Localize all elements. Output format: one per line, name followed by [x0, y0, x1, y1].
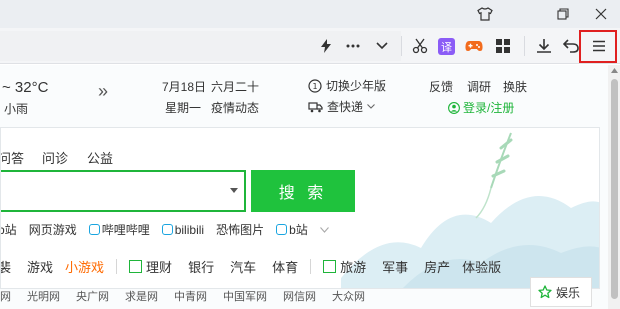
- scroll-thumb[interactable]: [611, 79, 618, 299]
- more-icon[interactable]: [343, 36, 363, 56]
- translate-icon[interactable]: 译: [438, 38, 455, 55]
- youth-mode-link[interactable]: 1 切换少年版: [308, 77, 386, 94]
- nav-divider: [116, 259, 118, 274]
- site-link[interactable]: 网信网: [283, 288, 316, 304]
- weather-desc: 小雨: [4, 102, 29, 116]
- download-icon[interactable]: [534, 36, 554, 56]
- weather-temp: ~ 32°C: [2, 79, 49, 96]
- hot-link[interactable]: b站: [276, 221, 308, 238]
- nav-item[interactable]: 旅游: [340, 257, 366, 276]
- skin-link[interactable]: 换肤: [503, 78, 527, 95]
- site-link[interactable]: 央广网: [76, 288, 109, 304]
- lightning-icon[interactable]: [316, 36, 336, 56]
- svg-text:1: 1: [312, 82, 317, 91]
- tab-qa[interactable]: 问答: [1, 148, 24, 167]
- browser-toolbar: 译: [0, 28, 620, 64]
- entertainment-label: 娱乐: [556, 285, 581, 300]
- site-link[interactable]: 中青网: [174, 288, 207, 304]
- hot-link[interactable]: bilibili: [161, 222, 205, 237]
- date-lunar: 六月二十: [211, 80, 260, 94]
- page-content: ~ 32°C 小雨 » 7月18日 六月二十 星期一 疫情动态 1 切换少年版 …: [0, 65, 608, 309]
- category-nav: 裴 游戏 小游戏 理财 银行 汽车 体育 旅游 军事 房产 体验版: [1, 257, 501, 276]
- search-input[interactable]: [1, 170, 246, 212]
- scissors-icon[interactable]: [410, 36, 430, 56]
- page-scrollbar[interactable]: [608, 65, 620, 309]
- address-bar[interactable]: [0, 31, 401, 61]
- site-link[interactable]: 中国军网: [223, 288, 267, 304]
- chevron-down-icon[interactable]: [372, 36, 392, 56]
- gamepad-icon[interactable]: [464, 36, 484, 56]
- hot-link[interactable]: 哔哩哔哩: [88, 221, 150, 238]
- tv-icon: [276, 224, 288, 235]
- tv-icon: [88, 224, 100, 235]
- chevron-down-icon: [367, 104, 375, 109]
- menu-highlight-box: [579, 30, 617, 63]
- apps-grid-icon[interactable]: [493, 36, 513, 56]
- site-link[interactable]: 求是网: [125, 288, 158, 304]
- youth-mode-label: 切换少年版: [326, 79, 387, 93]
- shirt-icon[interactable]: [465, 0, 505, 28]
- nav-item[interactable]: 银行: [188, 257, 214, 276]
- expand-weather-button[interactable]: »: [98, 81, 108, 102]
- feedback-link[interactable]: 反馈: [429, 78, 453, 95]
- hot-link-label: b站: [289, 223, 308, 237]
- nav-item[interactable]: 理财: [146, 257, 172, 276]
- login-label: 登录/注册: [463, 101, 515, 115]
- restore-icon[interactable]: [543, 0, 583, 28]
- star-icon: [538, 285, 552, 299]
- site-link[interactable]: 光明网: [27, 288, 60, 304]
- date-weekday: 星期一: [165, 101, 202, 115]
- site-link[interactable]: 网: [0, 288, 11, 304]
- finance-icon: [129, 260, 143, 273]
- tab-consult[interactable]: 问诊: [42, 148, 68, 167]
- login-link[interactable]: 登录/注册: [448, 99, 514, 116]
- youth-mode-icon: 1: [308, 78, 322, 93]
- express-link[interactable]: 查快递: [308, 98, 375, 115]
- nav-item[interactable]: 汽车: [230, 257, 256, 276]
- tab-charity[interactable]: 公益: [87, 148, 113, 167]
- chevron-down-icon[interactable]: [319, 226, 329, 233]
- news-link[interactable]: 疫情动态: [211, 99, 259, 116]
- translate-label: 译: [441, 41, 452, 54]
- entertainment-button[interactable]: 娱乐: [530, 277, 592, 307]
- nav-item[interactable]: 裴: [1, 257, 11, 276]
- toolbar-divider: [401, 36, 402, 56]
- express-label: 查快递: [327, 100, 364, 114]
- nav-item[interactable]: 房产: [424, 257, 450, 276]
- title-bar: [0, 0, 620, 28]
- site-links: 网 光明网 央广网 求是网 中青网 中国军网 网信网 大众网: [0, 288, 365, 304]
- search-button[interactable]: 搜 索: [251, 170, 355, 212]
- travel-icon: [323, 260, 337, 273]
- nav-item[interactable]: 体育: [272, 257, 298, 276]
- nav-item-minigames[interactable]: 小游戏: [65, 257, 104, 276]
- nav-divider: [310, 259, 312, 274]
- hot-link[interactable]: b站: [1, 221, 17, 238]
- user-icon: [448, 101, 460, 114]
- caret-down-icon[interactable]: [230, 188, 238, 193]
- search-card: 问答 问诊 公益 搜 索 b站 网页游戏 哔哩哔哩 bilibili 恐怖图片 …: [0, 127, 600, 289]
- hot-link[interactable]: 恐怖图片: [216, 221, 264, 238]
- toolbar-divider: [524, 36, 525, 56]
- hot-link[interactable]: 网页游戏: [29, 221, 77, 238]
- hot-link-label: bilibili: [174, 222, 205, 237]
- scroll-up-icon[interactable]: [611, 68, 618, 73]
- truck-icon: [308, 101, 323, 112]
- hot-link-label: 哔哩哔哩: [101, 223, 150, 237]
- nav-item[interactable]: 军事: [382, 257, 408, 276]
- hot-links: b站 网页游戏 哔哩哔哩 bilibili 恐怖图片 b站: [1, 221, 329, 238]
- close-icon[interactable]: [581, 0, 620, 28]
- date-day: 7月18日: [162, 80, 207, 94]
- site-link[interactable]: 大众网: [332, 288, 365, 304]
- undo-icon[interactable]: [561, 36, 581, 56]
- nav-item[interactable]: 游戏: [27, 257, 53, 276]
- survey-link[interactable]: 调研: [467, 78, 491, 95]
- tv-icon: [161, 223, 173, 235]
- nav-item[interactable]: 体验版: [462, 257, 501, 276]
